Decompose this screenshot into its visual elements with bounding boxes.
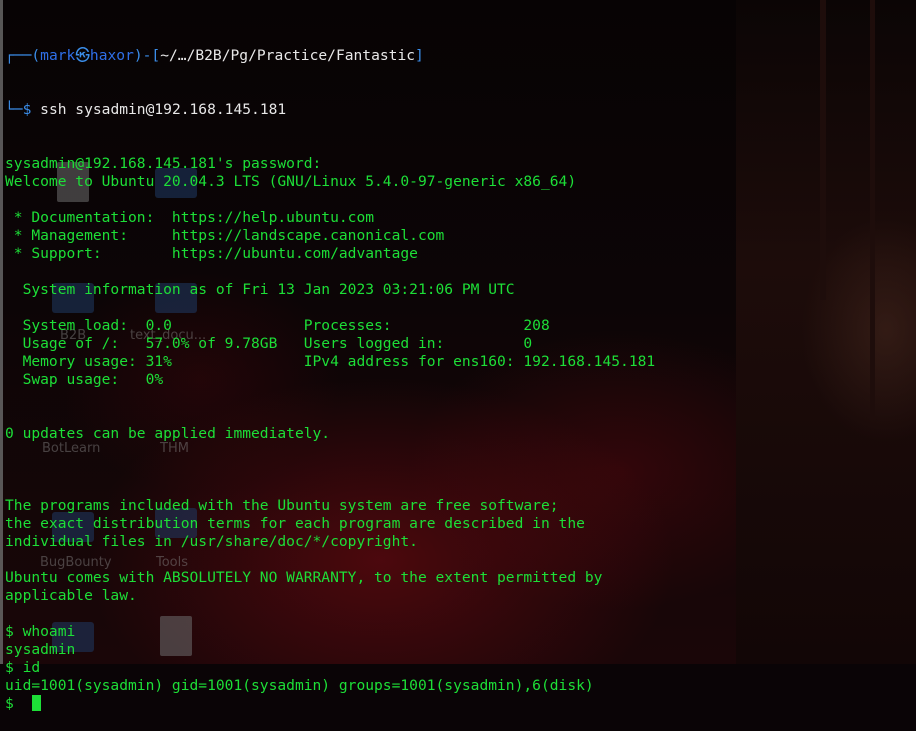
output-line: applicable law.	[5, 587, 137, 604]
output-line: The programs included with the Ubuntu sy…	[5, 497, 559, 514]
output-line: Welcome to Ubuntu 20.04.3 LTS (GNU/Linux…	[5, 173, 577, 190]
output-line: sysadmin	[5, 641, 76, 658]
output-line: sysadmin@192.168.145.181's password:	[5, 155, 322, 172]
output-line: 0 updates can be applied immediately.	[5, 425, 331, 442]
output-line: $ whoami	[5, 623, 76, 640]
prompt-frame-bottom: └─	[5, 101, 23, 118]
output-line: * Documentation: https://help.ubuntu.com	[5, 209, 375, 226]
prompt-host: haxor	[89, 47, 134, 64]
output-line: Swap usage: 0%	[5, 371, 164, 388]
prompt-frame-top: ┌──(	[5, 47, 41, 64]
terminal-cursor[interactable]	[31, 695, 41, 711]
prompt-path-close: ]	[415, 47, 424, 64]
prompt-host-symbol: ㉿	[75, 47, 90, 64]
output-line: * Support: https://ubuntu.com/advantage	[5, 245, 418, 262]
output-line: $	[5, 695, 916, 713]
output-line: System information as of Fri 13 Jan 2023…	[5, 281, 515, 298]
prompt-path-open: )-[	[133, 47, 161, 64]
output-line: Usage of /: 57.0% of 9.78GB Users logged…	[5, 335, 533, 352]
terminal-output[interactable]: ┌──(mark㉿haxor)-[~/…/B2B/Pg/Practice/Fan…	[5, 11, 916, 731]
output-line: individual files in /usr/share/doc/*/cop…	[5, 533, 418, 550]
prompt-line-bottom: └─$ ssh sysadmin@192.168.145.181	[5, 101, 916, 119]
prompt-user: mark	[40, 47, 76, 64]
ssh-command: ssh sysadmin@192.168.145.181	[31, 101, 287, 118]
output-line: the exact distribution terms for each pr…	[5, 515, 585, 532]
output-line: Ubuntu comes with ABSOLUTELY NO WARRANTY…	[5, 569, 603, 586]
output-line: * Management: https://landscape.canonica…	[5, 227, 445, 244]
window-left-border	[0, 0, 3, 664]
output-line: System load: 0.0 Processes: 208	[5, 317, 550, 334]
prompt-line-top: ┌──(mark㉿haxor)-[~/…/B2B/Pg/Practice/Fan…	[5, 47, 916, 65]
output-line: Memory usage: 31% IPv4 address for ens16…	[5, 353, 656, 370]
prompt-cwd: ~/…/B2B/Pg/Practice/Fantastic	[160, 47, 416, 64]
output-line: uid=1001(sysadmin) gid=1001(sysadmin) gr…	[5, 677, 594, 694]
output-line: $ id	[5, 659, 41, 676]
session-output: sysadmin@192.168.145.181's password: Welc…	[5, 155, 916, 713]
